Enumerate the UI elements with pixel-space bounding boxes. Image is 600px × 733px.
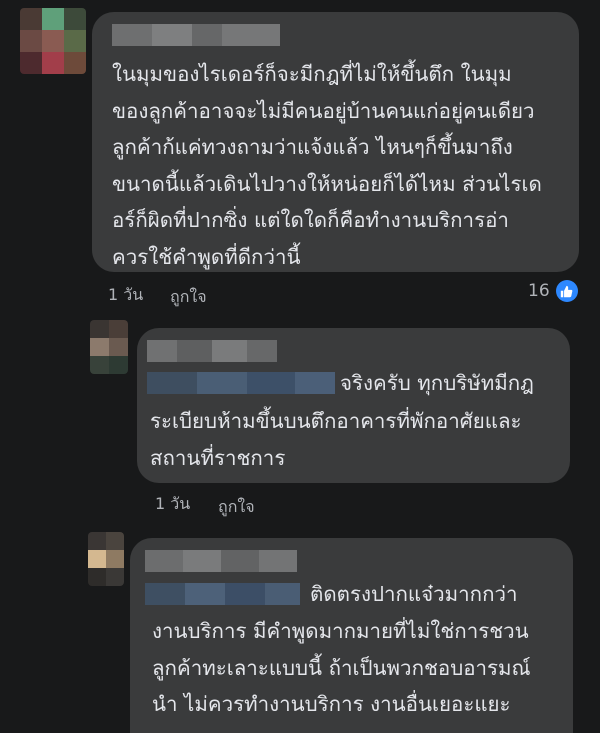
comment-bubble: ติดตรงปากแจ๋วมากกว่า งานบริการ มีคำพูดมา…	[130, 538, 573, 733]
comment-bubble: ในมุมของไรเดอร์ก็จะมีกฎที่ไม่ให้ขึ้นตึก …	[92, 12, 579, 272]
mentioned-name[interactable]	[145, 583, 300, 605]
comment-text: ในมุมของไรเดอร์ก็จะมีกฎที่ไม่ให้ขึ้นตึก …	[112, 62, 542, 269]
avatar[interactable]	[88, 532, 124, 586]
comment-timestamp[interactable]: 1 วัน	[108, 283, 143, 308]
commenter-name[interactable]	[147, 340, 277, 362]
avatar[interactable]	[90, 320, 128, 374]
comment-text: งานบริการ มีคำพูดมากมายที่ไม่ใช่การชวน ล…	[152, 619, 531, 716]
comment-text: ระเบียบห้ามขึ้นบนตึกอาคารที่พักอาศัยและ …	[150, 409, 522, 470]
comment-timestamp[interactable]: 1 วัน	[155, 492, 190, 517]
reaction-summary[interactable]: 16	[528, 280, 578, 302]
like-button[interactable]: ถูกใจ	[218, 495, 255, 520]
comment-text-first-line: จริงครับ ทุกบริษัทมีกฎ	[340, 371, 534, 395]
commenter-name[interactable]	[112, 24, 280, 46]
comment-bubble: จริงครับ ทุกบริษัทมีกฎ ระเบียบห้ามขึ้นบน…	[137, 328, 570, 483]
mentioned-name[interactable]	[147, 372, 335, 394]
thumbs-up-icon	[555, 280, 578, 302]
reaction-count: 16	[528, 281, 550, 301]
comment-text-first-line: ติดตรงปากแจ๋วมากกว่า	[310, 582, 518, 606]
avatar[interactable]	[20, 8, 86, 74]
like-button[interactable]: ถูกใจ	[170, 285, 207, 310]
commenter-name[interactable]	[145, 550, 297, 572]
